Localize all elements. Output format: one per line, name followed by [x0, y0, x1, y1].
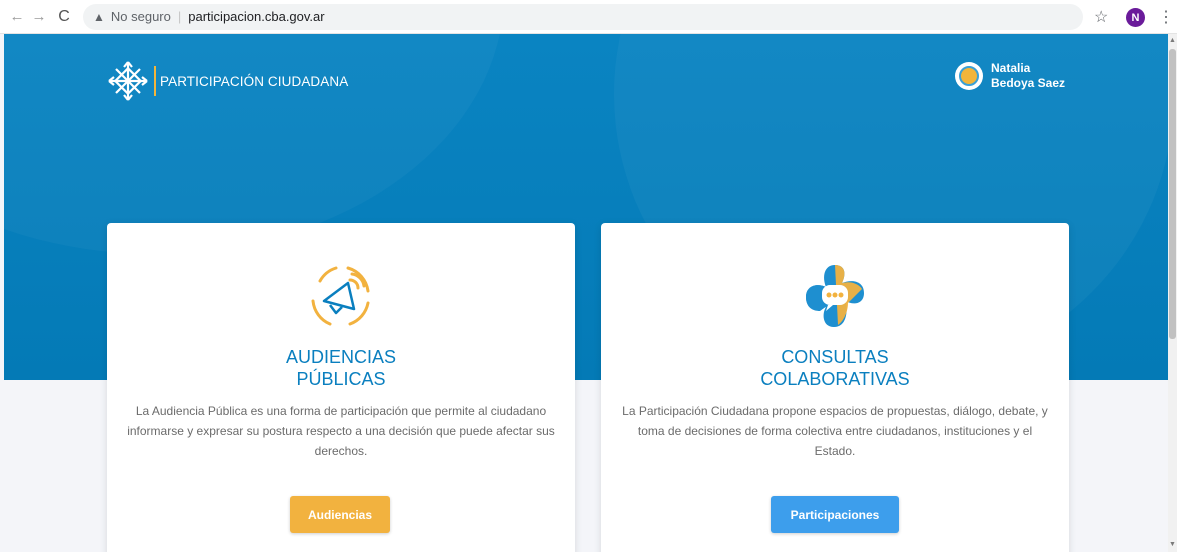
url-separator: | — [177, 9, 182, 24]
card-title-line: COLABORATIVAS — [760, 369, 910, 389]
address-bar[interactable]: ▲ No seguro | participacion.cba.gov.ar — [83, 3, 1083, 30]
user-first-name: Natalia — [991, 61, 1031, 75]
megaphone-icon — [311, 266, 370, 326]
back-arrow-icon[interactable]: ← — [6, 6, 28, 28]
security-label[interactable]: No seguro — [111, 9, 171, 24]
site-brand[interactable]: PARTICIPACIÓN CIUDADANA — [106, 59, 348, 103]
user-menu[interactable]: Natalia Bedoya Saez — [955, 61, 1065, 91]
kebab-menu-icon[interactable]: ⋮ — [1158, 7, 1174, 27]
audiencias-button[interactable]: Audiencias — [290, 496, 390, 533]
warning-icon[interactable]: ▲ — [93, 10, 105, 24]
user-name[interactable]: Natalia Bedoya Saez — [991, 61, 1065, 91]
consultas-card: CONSULTAS COLABORATIVAS La Participación… — [601, 223, 1069, 552]
reload-icon[interactable]: C — [53, 6, 75, 28]
user-avatar[interactable] — [955, 62, 983, 90]
chat-bubble-icon — [806, 265, 864, 327]
brand-divider — [154, 66, 156, 96]
user-last-name: Bedoya Saez — [991, 76, 1066, 90]
participaciones-button[interactable]: Participaciones — [771, 496, 899, 533]
scroll-up-icon[interactable]: ▲ — [1169, 37, 1176, 44]
card-title: AUDIENCIAS PÚBLICAS — [107, 346, 575, 390]
logo-icon — [108, 61, 148, 101]
url-text[interactable]: participacion.cba.gov.ar — [188, 9, 324, 24]
card-title-line: PÚBLICAS — [296, 369, 386, 389]
profile-avatar[interactable]: N — [1126, 8, 1145, 27]
bookmark-star-icon[interactable]: ☆ — [1094, 7, 1108, 27]
card-title-line: AUDIENCIAS — [285, 347, 397, 367]
card-title-line: CONSULTAS — [781, 347, 889, 367]
scrollbar-thumb[interactable] — [1169, 49, 1176, 339]
browser-toolbar: ← → C ▲ No seguro | participacion.cba.go… — [0, 0, 1177, 34]
card-description: La Audiencia Pública es una forma de par… — [127, 404, 555, 458]
card-description: La Participación Ciudadana propone espac… — [622, 404, 1048, 458]
audiencias-card: AUDIENCIAS PÚBLICAS La Audiencia Pública… — [107, 223, 575, 552]
card-title: CONSULTAS COLABORATIVAS — [601, 346, 1069, 390]
brand-title: PARTICIPACIÓN CIUDADANA — [160, 73, 349, 89]
scroll-down-icon[interactable]: ▼ — [1169, 541, 1176, 548]
forward-arrow-icon[interactable]: → — [28, 6, 50, 28]
